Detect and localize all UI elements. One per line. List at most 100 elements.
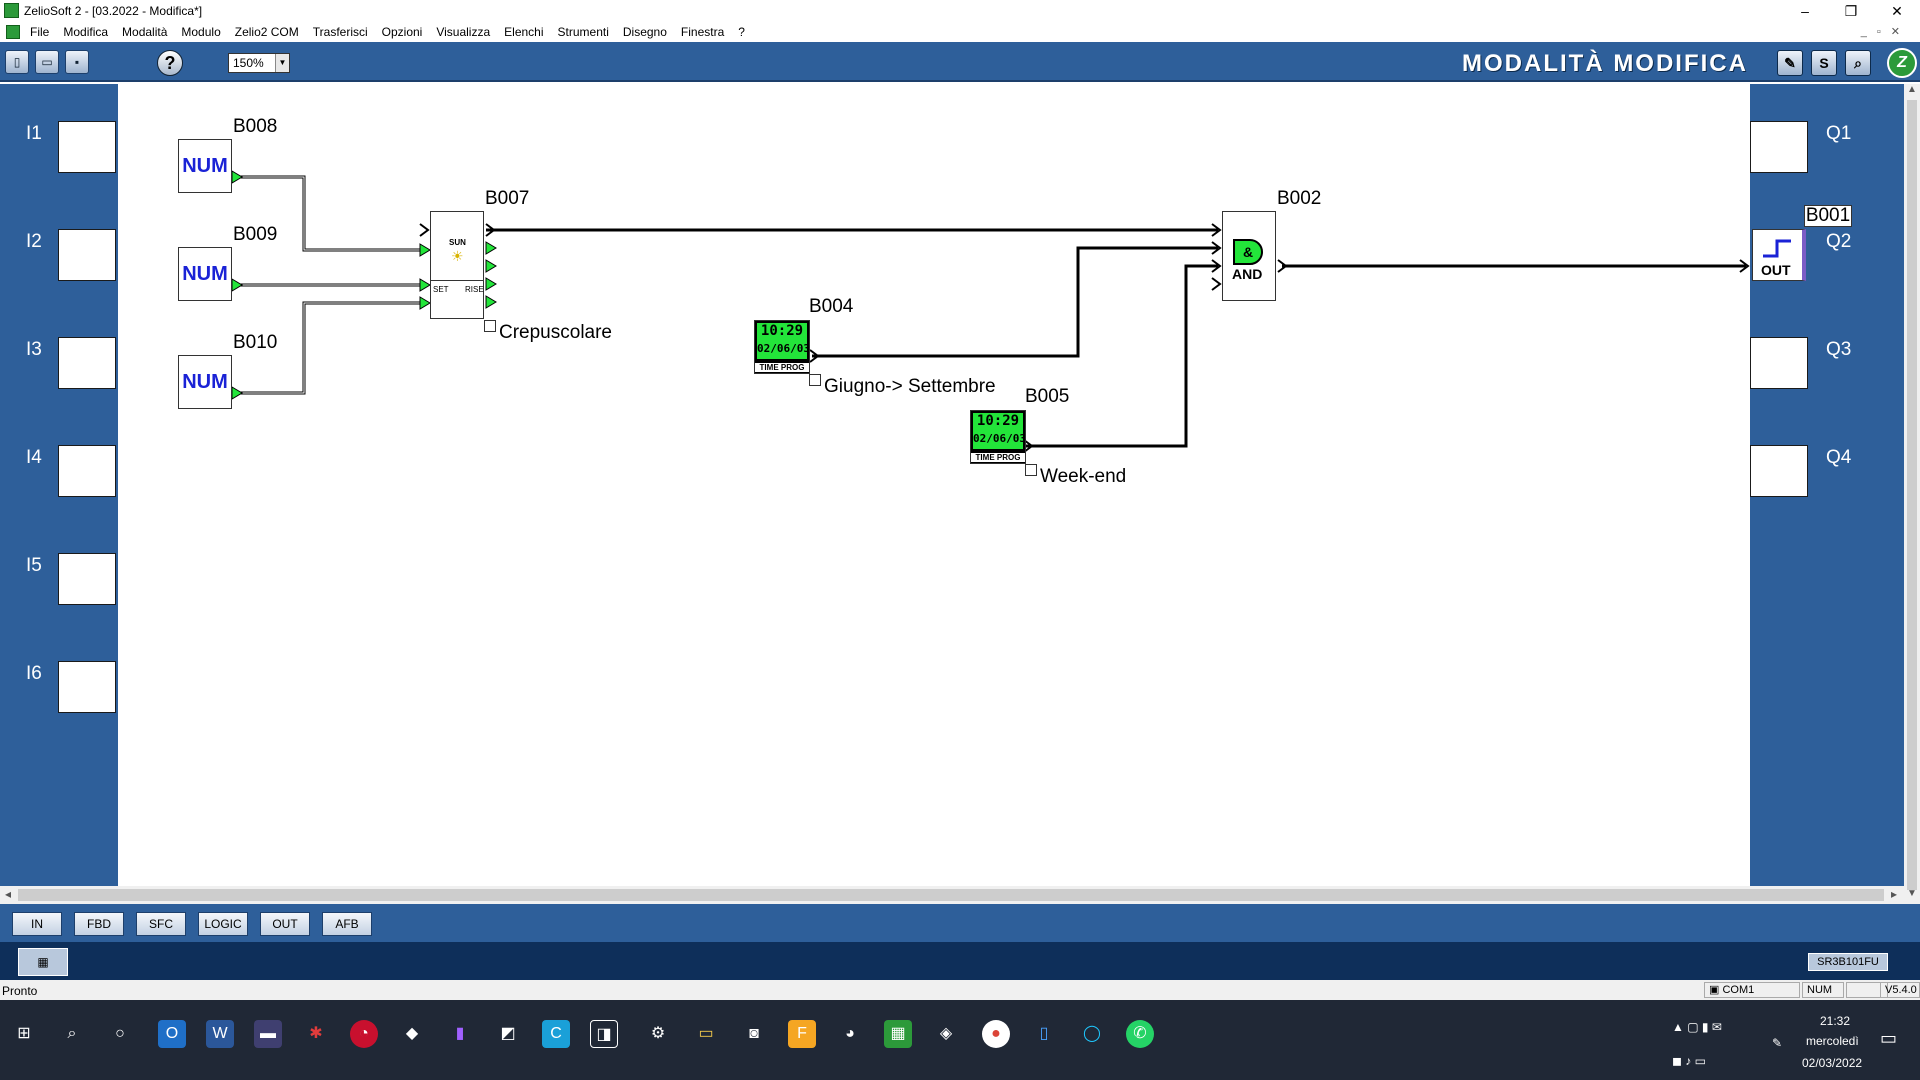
b004-id: B004 xyxy=(809,296,854,317)
palette-tab-out[interactable]: OUT xyxy=(260,912,310,936)
app-icon-1[interactable]: ▬ xyxy=(254,1020,282,1048)
b007-id: B007 xyxy=(485,188,530,209)
app-icon-2[interactable]: ✱ xyxy=(302,1020,330,1048)
app-icon-9[interactable]: ▦ xyxy=(884,1020,912,1048)
palette-tab-in[interactable]: IN xyxy=(12,912,62,936)
pin-b007-out3 xyxy=(485,259,497,273)
function-palette: IN FBD SFC LOGIC OUT AFB xyxy=(0,904,1920,942)
output-slot-q3[interactable] xyxy=(1750,337,1808,389)
app-icon-5[interactable]: ▮ xyxy=(446,1020,474,1048)
b007-rise-label: RISE xyxy=(465,285,484,294)
app-icon-11[interactable]: ▯ xyxy=(1030,1020,1058,1048)
output-label-q3: Q3 xyxy=(1826,339,1852,360)
b005-time: 10:29 xyxy=(976,413,1020,429)
b004-comment: Giugno-> Settembre xyxy=(824,376,996,397)
b004-label: TIME PROG xyxy=(755,363,809,372)
scroll-right-icon[interactable]: ▸ xyxy=(1886,887,1902,901)
horizontal-scroll-thumb[interactable] xyxy=(18,889,1884,901)
b004-time-prog-block[interactable]: 10:29 02/06/03 TIME PROG xyxy=(754,320,810,374)
b007-comment-toggle[interactable] xyxy=(484,320,496,332)
b005-lcd: 10:29 02/06/03 xyxy=(973,413,1026,449)
output-label-q2: Q2 xyxy=(1826,231,1852,252)
word-icon[interactable]: W xyxy=(206,1020,234,1048)
b007-sun-block[interactable]: SUN ☀ SET RISE xyxy=(430,211,484,319)
palette-tab-logic[interactable]: LOGIC xyxy=(198,912,248,936)
pin-b002-in4 xyxy=(1211,277,1222,291)
chrome-icon[interactable]: ● xyxy=(982,1020,1010,1048)
outlook-icon[interactable]: O xyxy=(158,1020,186,1048)
b010-id: B010 xyxy=(233,332,278,353)
app-icon-4[interactable]: ◆ xyxy=(398,1020,426,1048)
app-icon-7[interactable]: C xyxy=(542,1020,570,1048)
clock-date[interactable]: 02/03/2022 xyxy=(1802,1056,1862,1070)
device-band: ▦ SR3B101FU xyxy=(0,942,1920,980)
folder-icon[interactable]: ▭ xyxy=(692,1020,720,1048)
pen-icon[interactable]: ✎ xyxy=(1772,1036,1782,1050)
search-icon[interactable]: ⌕ xyxy=(58,1020,86,1048)
b005-date: 02/06/03 xyxy=(973,432,1026,445)
b002-and-block[interactable]: & AND xyxy=(1222,211,1276,301)
module-icon[interactable]: ▦ xyxy=(18,948,68,976)
b004-time: 10:29 xyxy=(760,323,804,339)
b005-time-prog-block[interactable]: 10:29 02/06/03 TIME PROG xyxy=(970,410,1026,464)
clock-day[interactable]: mercoledì xyxy=(1806,1034,1859,1048)
status-text: Pronto xyxy=(2,984,38,998)
b008-id: B008 xyxy=(233,116,278,137)
b008-num-block[interactable]: NUM xyxy=(178,139,232,193)
app-icon-10[interactable]: ◈ xyxy=(932,1020,960,1048)
status-num: NUM xyxy=(1802,982,1844,998)
app-icon-6[interactable]: ◩ xyxy=(494,1020,522,1048)
pin-b007-in3 xyxy=(419,296,431,310)
b001-id: B001 xyxy=(1804,205,1852,227)
palette-tab-afb[interactable]: AFB xyxy=(322,912,372,936)
scroll-left-icon[interactable]: ◂ xyxy=(0,887,16,901)
b004-date: 02/06/03 xyxy=(757,342,810,355)
pin-b007-in1 xyxy=(419,243,431,257)
tray-icons-row1[interactable]: ▲ ▢ ▮ ✉ xyxy=(1672,1020,1722,1034)
settings-gear-icon[interactable]: ⚙ xyxy=(644,1020,672,1048)
b004-comment-toggle[interactable] xyxy=(809,374,821,386)
alexa-icon[interactable]: ◯ xyxy=(1078,1020,1106,1048)
scroll-down-icon[interactable]: ▼ xyxy=(1904,888,1920,904)
output-slot-q1[interactable] xyxy=(1750,121,1808,173)
status-com-label: COM1 xyxy=(1722,984,1755,996)
horizontal-scrollbar[interactable]: ◂ ▸ xyxy=(0,886,1904,904)
b007-sun-label: SUN xyxy=(449,238,466,247)
sun-icon: ☀ xyxy=(451,248,464,264)
b005-label: TIME PROG xyxy=(971,453,1025,462)
b007-divider xyxy=(431,280,483,281)
b001-out-block[interactable]: OUT xyxy=(1752,229,1806,281)
b010-num-block[interactable]: NUM xyxy=(178,355,232,409)
palette-tab-fbd[interactable]: FBD xyxy=(74,912,124,936)
status-bar: Pronto ▣ COM1 NUM V5.4.0 xyxy=(0,980,1920,1000)
scroll-up-icon[interactable]: ▲ xyxy=(1904,84,1920,100)
pin-b009-out xyxy=(231,278,243,292)
app-icon-8[interactable]: ◕ xyxy=(836,1020,864,1048)
cortana-icon[interactable]: ○ xyxy=(106,1020,134,1048)
windows-start-icon[interactable]: ⊞ xyxy=(10,1020,38,1048)
b005-id: B005 xyxy=(1025,386,1070,407)
zeliosoft-taskbar-icon[interactable]: ◨ xyxy=(590,1020,618,1048)
pin-b007-in2 xyxy=(419,278,431,292)
output-slot-q4[interactable] xyxy=(1750,445,1808,497)
app-icon-3[interactable]: ◔ xyxy=(350,1020,378,1048)
vertical-scrollbar[interactable]: ▲ ▼ xyxy=(1904,84,1920,904)
b009-id: B009 xyxy=(233,224,278,245)
app-icon-f[interactable]: F xyxy=(788,1020,816,1048)
camera-icon[interactable]: ◙ xyxy=(740,1020,768,1048)
whatsapp-icon[interactable]: ✆ xyxy=(1126,1020,1154,1048)
pin-b007-out4 xyxy=(485,277,497,291)
palette-tab-sfc[interactable]: SFC xyxy=(136,912,186,936)
clock-time[interactable]: 21:32 xyxy=(1820,1014,1850,1028)
windows-taskbar: ⊞ ⌕ ○ O W ▬ ✱ ◔ ◆ ▮ ◩ C ◨ ⚙ ▭ ◙ F ◕ ▦ ◈ … xyxy=(0,1000,1920,1080)
tray-icons-row2[interactable]: ◼ ♪ ▭ xyxy=(1672,1054,1706,1068)
and-gate-icon: & xyxy=(1233,239,1263,265)
step-icon xyxy=(1763,239,1791,258)
device-reference: SR3B101FU xyxy=(1808,953,1888,971)
b005-comment: Week-end xyxy=(1040,466,1127,487)
vertical-scroll-thumb[interactable] xyxy=(1907,100,1917,890)
b005-comment-toggle[interactable] xyxy=(1025,464,1037,476)
b009-num-block[interactable]: NUM xyxy=(178,247,232,301)
b001-label: OUT xyxy=(1761,262,1791,278)
notification-icon[interactable]: ▭ xyxy=(1880,1028,1897,1049)
